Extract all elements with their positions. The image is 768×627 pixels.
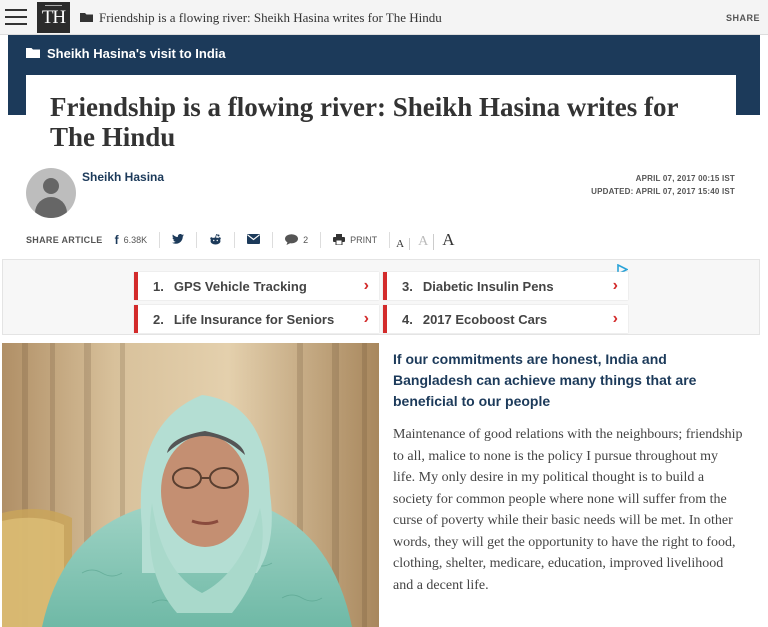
ad-link[interactable]: 4. 2017 Ecoboost Cars › bbox=[383, 305, 628, 333]
ad-link-label: Life Insurance for Seniors bbox=[173, 311, 335, 327]
facebook-count: 6.38K bbox=[123, 235, 148, 245]
article-photo[interactable] bbox=[2, 343, 379, 627]
site-logo[interactable]: TH bbox=[37, 2, 70, 33]
article-dates: APRIL 07, 2017 00:15 IST UPDATED: APRIL … bbox=[591, 172, 735, 198]
comments-button[interactable]: 2 bbox=[273, 232, 322, 248]
ad-link[interactable]: 1. GPS Vehicle Tracking › bbox=[134, 272, 379, 300]
twitter-icon bbox=[172, 234, 185, 246]
font-medium-button[interactable]: A bbox=[418, 234, 435, 250]
ad-link-label: Diabetic Insulin Pens bbox=[422, 278, 554, 294]
comment-icon bbox=[285, 233, 299, 247]
email-share-button[interactable] bbox=[235, 232, 274, 248]
ad-block: 1. GPS Vehicle Tracking › 3. Diabetic In… bbox=[2, 259, 760, 335]
top-title-text: Friendship is a flowing river: Sheikh Ha… bbox=[99, 10, 442, 25]
font-large-button[interactable]: A bbox=[442, 230, 454, 250]
ad-link[interactable]: 3. Diabetic Insulin Pens › bbox=[383, 272, 628, 300]
chevron-right-icon: › bbox=[363, 277, 369, 294]
updated-date: UPDATED: APRIL 07, 2017 15:40 IST bbox=[591, 187, 735, 196]
top-title: Friendship is a flowing river: Sheikh Ha… bbox=[80, 10, 442, 26]
print-button[interactable]: PRINT bbox=[321, 232, 391, 248]
twitter-share-button[interactable] bbox=[160, 232, 198, 248]
author-name[interactable]: Sheikh Hasina bbox=[82, 170, 164, 184]
ad-link-label: GPS Vehicle Tracking bbox=[173, 278, 307, 294]
folder-icon bbox=[26, 46, 40, 61]
share-article-label: SHARE ARTICLE bbox=[26, 235, 103, 245]
article-lede: If our commitments are honest, India and… bbox=[393, 351, 697, 409]
printer-icon bbox=[333, 233, 346, 247]
published-date: APRIL 07, 2017 00:15 IST bbox=[635, 174, 735, 183]
ad-link[interactable]: 2. Life Insurance for Seniors › bbox=[134, 305, 379, 333]
menu-icon[interactable] bbox=[5, 9, 27, 25]
top-bar: TH Friendship is a flowing river: Sheikh… bbox=[0, 0, 768, 35]
font-size-controls: A A A bbox=[396, 230, 454, 250]
article-headline: Friendship is a flowing river: Sheikh Ha… bbox=[50, 92, 679, 152]
share-button[interactable]: SHARE bbox=[726, 13, 760, 23]
facebook-share-button[interactable]: f 6.38K bbox=[115, 232, 161, 248]
reddit-share-button[interactable] bbox=[197, 232, 236, 248]
reddit-icon bbox=[209, 233, 222, 247]
adchoices-icon[interactable] bbox=[617, 262, 629, 276]
facebook-icon: f bbox=[114, 233, 119, 247]
comment-count: 2 bbox=[303, 235, 309, 245]
print-label: PRINT bbox=[350, 235, 378, 245]
font-small-button[interactable]: A bbox=[396, 238, 411, 250]
section-link[interactable]: Sheikh Hasina's visit to India bbox=[26, 46, 226, 61]
envelope-icon bbox=[247, 234, 261, 246]
share-bar: SHARE ARTICLE f 6.38K 2 PRINT A A A bbox=[26, 228, 454, 252]
section-label: Sheikh Hasina's visit to India bbox=[47, 46, 226, 61]
ad-link-label: 2017 Ecoboost Cars bbox=[422, 311, 548, 327]
author-avatar[interactable] bbox=[26, 168, 76, 218]
chevron-right-icon: › bbox=[612, 310, 618, 327]
chevron-right-icon: › bbox=[612, 277, 618, 294]
folder-icon bbox=[80, 10, 93, 26]
chevron-right-icon: › bbox=[363, 310, 369, 327]
article-body: Maintenance of good relations with the n… bbox=[393, 427, 743, 593]
